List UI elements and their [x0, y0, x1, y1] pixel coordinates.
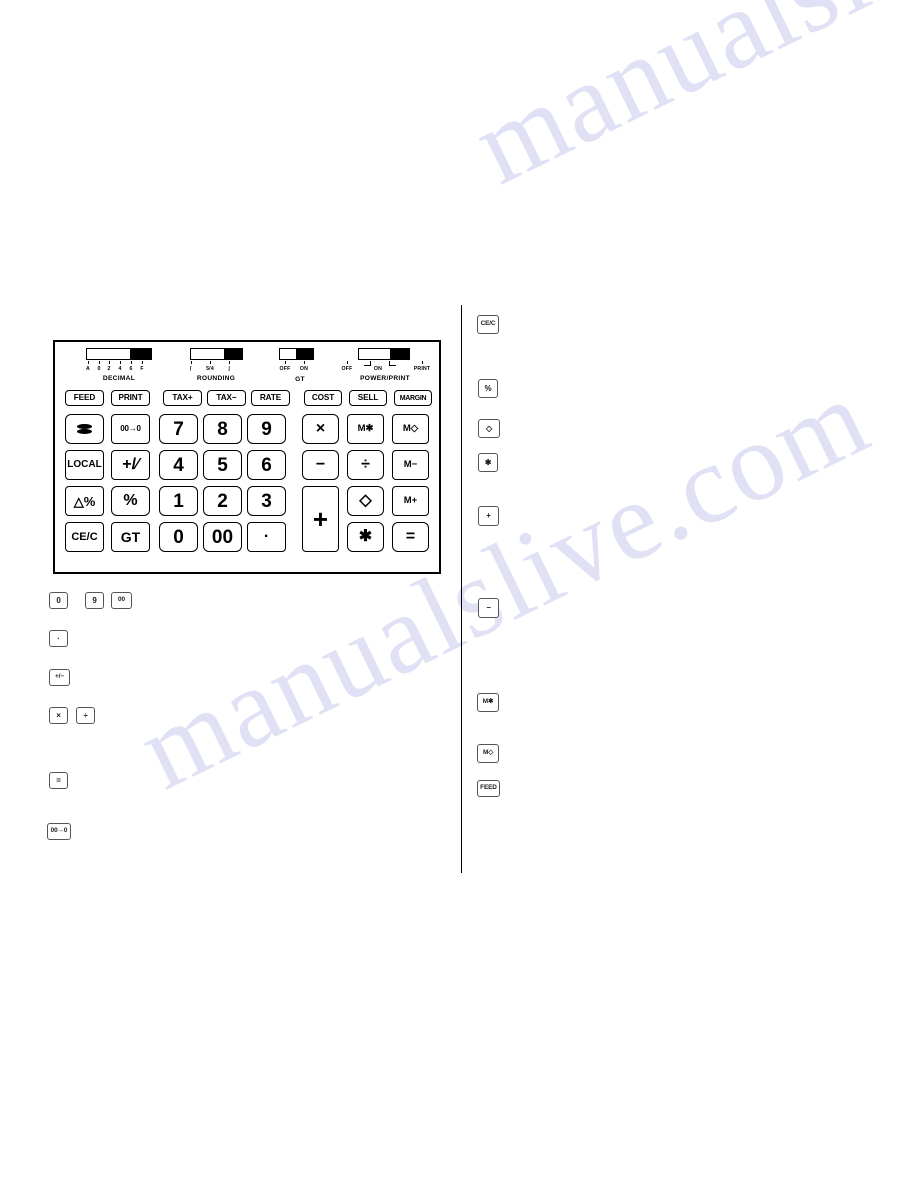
switch-power-print-positions: OFF ON PRINT [336, 366, 434, 374]
switch-gt-knob[interactable] [296, 349, 313, 359]
sample-key-plus-minus[interactable]: +/− [49, 669, 70, 686]
sample-key-star[interactable]: ✱ [478, 453, 498, 472]
memory-minus-key[interactable]: M− [392, 450, 429, 480]
switch-decimal-pos-2: 2 [107, 366, 111, 372]
ellipse-icon [77, 423, 92, 435]
grand-total-key[interactable]: GT [111, 522, 150, 552]
multiply-key[interactable]: × [302, 414, 339, 444]
switch-decimal-label: DECIMAL [102, 374, 136, 382]
sample-key-00-to-0[interactable]: 00→0 [47, 823, 71, 840]
switch-decimal-pos-4: 6 [129, 366, 133, 372]
digit-5-key[interactable]: 5 [203, 450, 242, 480]
minus-key[interactable]: − [302, 450, 339, 480]
decimal-point-key[interactable]: · [247, 522, 286, 552]
switch-power-print-knob[interactable] [390, 349, 409, 359]
digit-7-key[interactable]: 7 [159, 414, 198, 444]
switch-power-print-pos-2: PRINT [413, 366, 431, 372]
double-zero-to-zero-key[interactable]: 00→0 [111, 414, 150, 444]
local-key[interactable]: LOCAL [65, 450, 104, 480]
double-zero-key[interactable]: 00 [203, 522, 242, 552]
delta-percent-key[interactable]: △% [65, 486, 104, 516]
digit-3-key[interactable]: 3 [247, 486, 286, 516]
sample-key-divide[interactable]: ÷ [76, 707, 95, 724]
divide-key[interactable]: ÷ [347, 450, 384, 480]
sample-key-memory-diamond[interactable]: M◇ [477, 744, 499, 763]
switch-decimal-pos-5: F [140, 366, 144, 372]
feed-key[interactable]: FEED [65, 390, 104, 406]
sample-key-ce-c[interactable]: CE/C [477, 315, 499, 334]
digit-6-key[interactable]: 6 [247, 450, 286, 480]
switch-rounding-track[interactable] [189, 348, 243, 360]
switch-power-print-label: POWER/PRINT [360, 374, 410, 382]
memory-plus-key[interactable]: M+ [392, 486, 429, 516]
tax-minus-key[interactable]: TAX− [207, 390, 246, 406]
switch-rounding-pos-2: ⌋ [227, 366, 231, 372]
cost-key[interactable]: COST [304, 390, 342, 406]
plus-key[interactable]: + [302, 486, 339, 552]
switch-power-print-pos-0: OFF [341, 366, 353, 372]
margin-key[interactable]: MARGIN [394, 390, 432, 406]
switch-power-print[interactable]: OFF ON PRINT POWER/PRINT [336, 348, 434, 382]
switch-decimal-positions: A 0 2 4 6 F [83, 366, 155, 374]
sample-key-0[interactable]: 0 [49, 592, 68, 609]
switch-gt-positions: OFF ON [271, 366, 329, 374]
currency-ellipse-key[interactable] [65, 414, 104, 444]
sample-key-equals[interactable]: = [49, 772, 68, 789]
diamond-key[interactable]: ◇ [347, 486, 384, 516]
star-key[interactable]: ✱ [347, 522, 384, 552]
sample-key-decimal[interactable]: · [49, 630, 68, 647]
switch-rounding-label: ROUNDING [196, 374, 236, 382]
sample-key-9[interactable]: 9 [85, 592, 104, 609]
sample-key-minus[interactable]: − [478, 598, 499, 618]
switch-decimal-pos-3: 4 [118, 366, 122, 372]
sell-key[interactable]: SELL [349, 390, 387, 406]
switch-decimal-knob[interactable] [130, 349, 151, 359]
digit-0-key[interactable]: 0 [159, 522, 198, 552]
sample-key-diamond[interactable]: ◇ [478, 419, 500, 438]
digit-2-key[interactable]: 2 [203, 486, 242, 516]
sample-key-percent[interactable]: % [478, 379, 498, 398]
memory-diamond-key[interactable]: M◇ [392, 414, 429, 444]
sample-key-plus[interactable]: + [478, 506, 499, 526]
plus-minus-key[interactable]: +/∕ [111, 450, 150, 480]
rate-key[interactable]: RATE [251, 390, 290, 406]
sample-key-double-zero[interactable]: 00 [111, 592, 132, 609]
switch-decimal-pos-0: A [86, 366, 90, 372]
sample-key-feed[interactable]: FEED [477, 780, 500, 797]
switch-decimal[interactable]: A 0 2 4 6 F DECIMAL [83, 348, 155, 382]
digit-4-key[interactable]: 4 [159, 450, 198, 480]
switch-decimal-track[interactable] [86, 348, 152, 360]
switch-rounding-pos-1: 5/4 [206, 366, 214, 372]
switch-rounding-positions: ⌈ 5/4 ⌋ [184, 366, 248, 374]
switch-gt-pos-1: ON [299, 366, 309, 372]
manual-page-content: A 0 2 4 6 F DECIMAL ⌈ 5/4 ⌋ ROUNDING OFF… [0, 0, 918, 1188]
switch-rounding[interactable]: ⌈ 5/4 ⌋ ROUNDING [184, 348, 248, 382]
tax-plus-key[interactable]: TAX+ [163, 390, 202, 406]
sample-key-memory-star[interactable]: M✱ [477, 693, 499, 712]
clear-entry-clear-key[interactable]: CE/C [65, 522, 104, 552]
column-divider-line [461, 305, 462, 873]
calculator-keypad-diagram: A 0 2 4 6 F DECIMAL ⌈ 5/4 ⌋ ROUNDING OFF… [53, 340, 441, 574]
percent-key[interactable]: % [111, 486, 150, 516]
switch-rounding-pos-0: ⌈ [189, 366, 193, 372]
switch-gt[interactable]: OFF ON GT [271, 348, 329, 383]
switch-power-print-pos-1: ON [373, 366, 383, 372]
equals-key[interactable]: = [392, 522, 429, 552]
memory-star-key[interactable]: M✱ [347, 414, 384, 444]
print-key[interactable]: PRINT [111, 390, 150, 406]
switch-rounding-knob[interactable] [223, 349, 242, 359]
sample-key-multiply[interactable]: × [49, 707, 68, 724]
switch-power-print-track[interactable] [358, 348, 410, 360]
switch-decimal-pos-1: 0 [97, 366, 101, 372]
switch-gt-track[interactable] [279, 348, 314, 360]
digit-1-key[interactable]: 1 [159, 486, 198, 516]
digit-8-key[interactable]: 8 [203, 414, 242, 444]
switch-gt-label: GT [295, 375, 305, 383]
switch-gt-pos-0: OFF [279, 366, 291, 372]
digit-9-key[interactable]: 9 [247, 414, 286, 444]
